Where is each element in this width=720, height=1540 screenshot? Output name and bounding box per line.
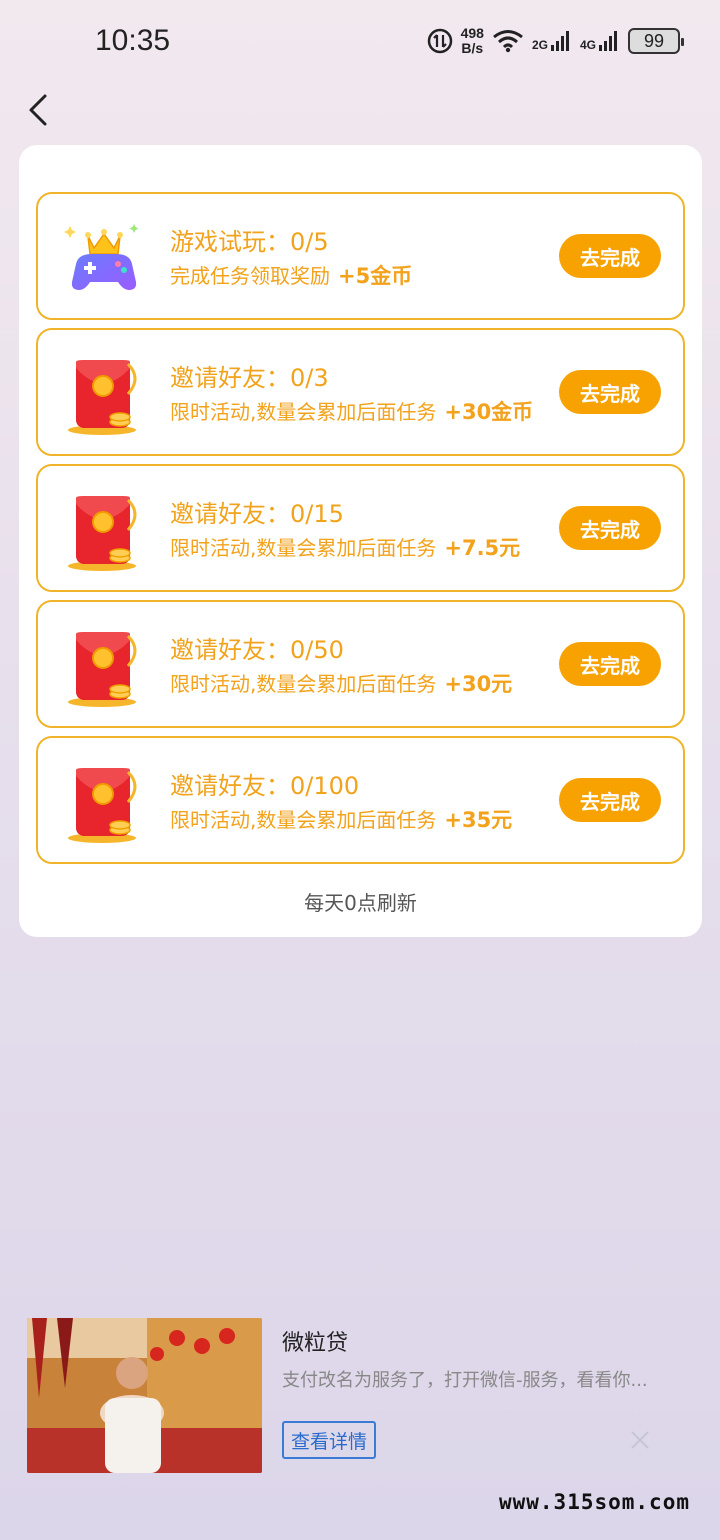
network-speed: 498 B/s [461, 26, 484, 56]
red-envelope-icon [68, 360, 137, 435]
task-card: 游戏试玩：0/5 完成任务领取奖励 +5金币 去完成 邀请好友：0/3 限时活动,… [19, 145, 702, 937]
wifi-icon [493, 30, 523, 53]
red-envelope-icon [68, 496, 137, 571]
sim2-label: 4G [579, 38, 596, 52]
red-envelope-icon [68, 768, 137, 843]
ad-description: 支付改名为服务了，打开微信-服务，看看你... [282, 1370, 648, 1391]
task-desc: 完成任务领取奖励 [170, 264, 330, 288]
battery-level: 99 [643, 30, 665, 51]
task-desc: 限时活动,数量会累加后面任务 [170, 536, 437, 560]
signal-bars-icon [550, 31, 569, 51]
task-reward: +35元 [444, 808, 513, 832]
refresh-note: 每天0点刷新 [304, 891, 417, 915]
complete-task-button[interactable]: 去完成 [559, 506, 661, 550]
signal-sim2: 4G [580, 30, 620, 52]
task-item-invite-100: 邀请好友：0/100 限时活动,数量会累加后面任务 +35元 去完成 [36, 736, 685, 864]
status-time: 10:35 [95, 24, 171, 57]
task-subtitle: 限时活动,数量会累加后面任务 +35元 [170, 804, 512, 834]
task-title: 邀请好友：0/15 [170, 500, 344, 528]
battery-indicator: 99 [628, 28, 684, 54]
sim1-label: 2G [531, 38, 548, 52]
data-saver-icon [427, 28, 452, 54]
status-bar: 10:35 498 B/s 2G 4G 99 [0, 0, 720, 86]
task-title: 邀请好友：0/100 [170, 772, 360, 800]
ad-photo-illustration [27, 1318, 262, 1473]
task-item-invite-3: 邀请好友：0/3 限时活动,数量会累加后面任务 +30金币 去完成 [36, 328, 685, 456]
task-item-invite-50: 邀请好友：0/50 限时活动,数量会累加后面任务 +30元 去完成 [36, 600, 685, 728]
ad-title: 微粒贷 [282, 1331, 349, 1356]
complete-task-button[interactable]: 去完成 [559, 370, 661, 414]
complete-task-button[interactable]: 去完成 [559, 778, 661, 822]
task-reward: +30金币 [444, 400, 534, 424]
task-subtitle: 限时活动,数量会累加后面任务 +30元 [170, 668, 512, 698]
task-title: 游戏试玩：0/5 [170, 228, 329, 256]
task-desc: 限时活动,数量会累加后面任务 [170, 400, 437, 424]
task-subtitle: 限时活动,数量会累加后面任务 +7.5元 [170, 532, 520, 562]
signal-bars-icon [599, 31, 617, 51]
task-item-invite-15: 邀请好友：0/15 限时活动,数量会累加后面任务 +7.5元 去完成 [36, 464, 685, 592]
task-title: 邀请好友：0/50 [170, 636, 344, 664]
back-arrow-icon[interactable] [26, 92, 56, 128]
task-title: 邀请好友：0/3 [170, 364, 329, 392]
complete-task-button[interactable]: 去完成 [559, 642, 661, 686]
task-subtitle: 限时活动,数量会累加后面任务 +30金币 [170, 396, 533, 426]
ad-image[interactable] [27, 1318, 262, 1473]
ad-details-button[interactable]: 查看详情 [282, 1421, 376, 1459]
watermark: www.315som.com [498, 1490, 690, 1514]
signal-sim1: 2G [532, 30, 572, 52]
network-speed-value: 498 [460, 25, 484, 41]
task-desc: 限时活动,数量会累加后面任务 [170, 808, 437, 832]
task-reward: +5金币 [338, 264, 413, 288]
network-speed-unit: B/s [461, 40, 484, 56]
task-subtitle: 完成任务领取奖励 +5金币 [170, 260, 412, 290]
task-item-game-trial: 游戏试玩：0/5 完成任务领取奖励 +5金币 去完成 [36, 192, 685, 320]
complete-task-button[interactable]: 去完成 [559, 234, 661, 278]
gamepad-crown-icon [64, 224, 139, 290]
task-desc: 限时活动,数量会累加后面任务 [170, 672, 437, 696]
task-reward: +30元 [444, 672, 513, 696]
red-envelope-icon [68, 632, 137, 707]
close-icon[interactable] [628, 1428, 652, 1452]
task-reward: +7.5元 [444, 536, 521, 560]
status-icons: 498 B/s 2G 4G 99 [427, 26, 684, 56]
